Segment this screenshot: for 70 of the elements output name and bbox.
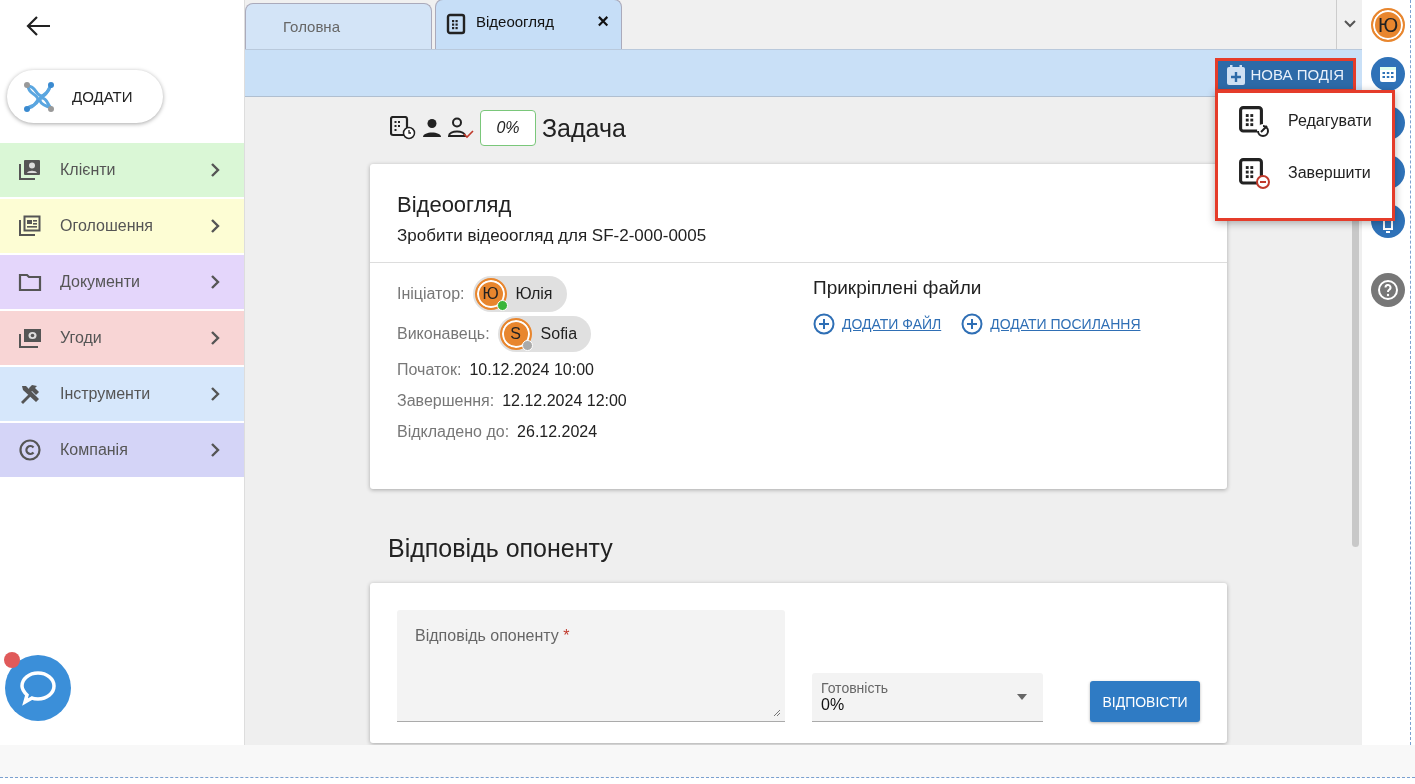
person-check-icon (448, 117, 474, 139)
field-label: Відкладено до: (397, 422, 510, 441)
chevron-right-icon (210, 331, 220, 345)
sidebar-item-label: Оголошення (60, 217, 154, 235)
back-arrow-icon (26, 15, 52, 37)
field-value: 12.12.2024 12:00 (502, 391, 627, 410)
field-label: Виконавець: (397, 325, 490, 343)
add-button[interactable]: ДОДАТИ (7, 70, 163, 123)
menu-item[interactable]: Редагувати (1238, 105, 1392, 137)
sidebar-item-icon (18, 214, 42, 238)
field-value: 26.12.2024 (517, 422, 598, 441)
sidebar-item-icon (18, 438, 42, 462)
sidebar-item-icon (18, 158, 42, 182)
document-icon (446, 13, 466, 35)
chevron-right-icon (210, 219, 220, 233)
document-minus-icon (1238, 157, 1270, 189)
add-link[interactable]: ДОДАТИ ФАЙЛ (842, 316, 942, 332)
reply-textarea[interactable]: Відповідь опоненту * (397, 610, 785, 722)
field-label: Завершення: (397, 391, 495, 410)
calendar-plus-icon (1226, 64, 1245, 85)
sidebar-item-label: Інструменти (60, 385, 152, 403)
user-chip[interactable]: Ю Юлія (472, 276, 567, 312)
sidebar-item[interactable]: Клієнти (0, 143, 244, 197)
new-event-button[interactable]: НОВА ПОДІЯ (1214, 57, 1356, 92)
sidebar-item[interactable]: Оголошення (0, 199, 244, 253)
attachments-title: Прикріплені файли (813, 277, 983, 299)
field-label: Ініціатор: (397, 285, 465, 303)
user-avatar: Ю (474, 278, 507, 310)
task-title: Відеоогляд (397, 192, 513, 218)
task-type-title: Задача (542, 113, 626, 143)
sidebar-item[interactable]: Компанія (0, 423, 244, 477)
close-button[interactable]: × (597, 13, 609, 29)
textarea-label: Відповідь опоненту * (415, 627, 570, 644)
plus-circle-icon (813, 313, 835, 335)
progress-badge: 0% (480, 110, 536, 146)
chevron-right-icon (210, 163, 220, 177)
sidebar-item-label: Угоди (60, 329, 103, 347)
user-chip[interactable]: S Sofia (497, 316, 592, 352)
sidebar-item[interactable]: Інструменти (0, 367, 244, 421)
sidebar-item[interactable]: Документи (0, 255, 244, 309)
sidebar-item-label: Документи (60, 273, 141, 291)
dropdown-arrow-icon (1017, 694, 1027, 700)
section-title: Відповідь опоненту (388, 534, 614, 563)
resize-handle-icon (773, 709, 781, 717)
plus-circle-icon (961, 313, 984, 335)
molecule-logo-icon (22, 79, 56, 114)
calendar-clock-icon (390, 116, 416, 140)
tab[interactable]: Головна (245, 3, 432, 49)
sidebar-item-label: Компанія (60, 441, 129, 459)
tab[interactable]: Відеоогляд × (435, 0, 622, 49)
menu-item[interactable]: Завершити (1238, 157, 1392, 189)
sidebar-item-icon (18, 326, 42, 350)
user-avatar: S (499, 318, 532, 350)
field-label: Початок: (397, 360, 462, 379)
sidebar-item-label: Клієнти (60, 161, 117, 179)
edit-document-icon (1238, 105, 1270, 137)
user-avatar[interactable]: Ю (1371, 8, 1405, 42)
chevron-down-icon (1343, 20, 1356, 28)
person-icon (422, 118, 442, 138)
chat-bubble-icon (5, 655, 71, 721)
sidebar-item[interactable]: Угоди (0, 311, 244, 365)
chevron-right-icon (210, 275, 220, 289)
chevron-right-icon (210, 443, 220, 457)
reply-button[interactable]: ВІДПОВІСТИ (1090, 681, 1200, 722)
field-value: 10.12.2024 10:00 (469, 360, 594, 379)
readiness-select[interactable]: Готовність 0% (812, 673, 1043, 722)
chevron-right-icon (210, 387, 220, 401)
add-link[interactable]: ДОДАТИ ПОСИЛАННЯ (990, 316, 1141, 332)
help-icon (1371, 273, 1405, 307)
task-description: Зробити відеоогляд для SF-2-000-0005 (397, 226, 708, 246)
